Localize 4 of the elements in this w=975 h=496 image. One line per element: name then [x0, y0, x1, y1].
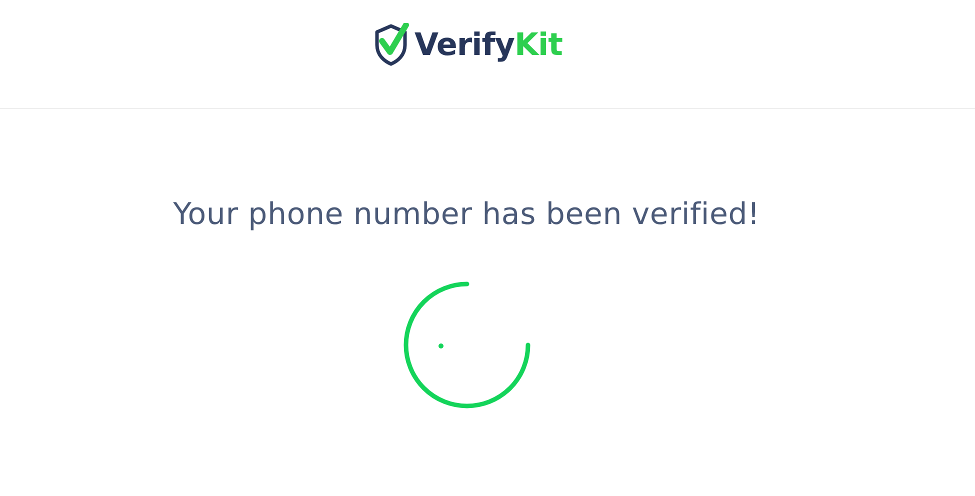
- confirmation-message: Your phone number has been verified!: [173, 197, 760, 232]
- loading-spinner-icon: [402, 280, 532, 410]
- shield-check-icon: [372, 23, 409, 67]
- logo-text: VerifyKit: [414, 27, 562, 63]
